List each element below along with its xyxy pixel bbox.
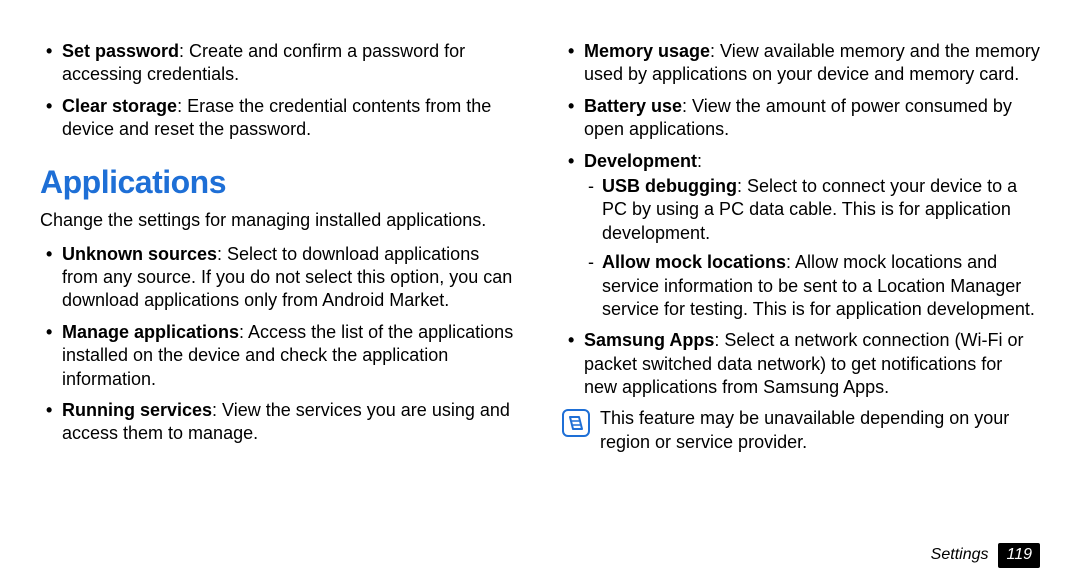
credential-bullets: Set password: Create and confirm a passw… xyxy=(40,40,518,142)
list-item: USB debugging: Select to connect your de… xyxy=(584,175,1040,245)
note-icon xyxy=(562,409,590,437)
bullet-term: Samsung Apps xyxy=(584,330,714,350)
development-sublist: USB debugging: Select to connect your de… xyxy=(584,175,1040,321)
bullet-term: Manage applications xyxy=(62,322,239,342)
bullet-term: Unknown sources xyxy=(62,244,217,264)
list-item: Battery use: View the amount of power co… xyxy=(562,95,1040,142)
applications-bullets: Unknown sources: Select to download appl… xyxy=(40,243,518,446)
bullet-term: Set password xyxy=(62,41,179,61)
list-item: Unknown sources: Select to download appl… xyxy=(40,243,518,313)
list-item: Development: USB debugging: Select to co… xyxy=(562,150,1040,322)
list-item: Set password: Create and confirm a passw… xyxy=(40,40,518,87)
left-column: Set password: Create and confirm a passw… xyxy=(40,40,540,556)
footer-chapter: Settings xyxy=(931,545,989,566)
bullet-desc: : xyxy=(697,151,702,171)
bullet-term: Development xyxy=(584,151,697,171)
list-item: Clear storage: Erase the credential cont… xyxy=(40,95,518,142)
note-callout: This feature may be unavailable dependin… xyxy=(562,407,1040,454)
applications-bullets-cont: Memory usage: View available memory and … xyxy=(562,40,1040,399)
bullet-term: Memory usage xyxy=(584,41,710,61)
footer-page-number: 119 xyxy=(998,543,1040,568)
bullet-term: Allow mock locations xyxy=(602,252,786,272)
manual-page: Set password: Create and confirm a passw… xyxy=(0,0,1080,586)
section-intro: Change the settings for managing install… xyxy=(40,209,518,232)
right-column: Memory usage: View available memory and … xyxy=(540,40,1040,556)
bullet-term: Clear storage xyxy=(62,96,177,116)
bullet-term: USB debugging xyxy=(602,176,737,196)
list-item: Samsung Apps: Select a network connectio… xyxy=(562,329,1040,399)
page-footer: Settings 119 xyxy=(931,543,1040,568)
bullet-term: Battery use xyxy=(584,96,682,116)
section-heading-applications: Applications xyxy=(40,162,518,204)
note-text: This feature may be unavailable dependin… xyxy=(600,407,1040,454)
bullet-term: Running services xyxy=(62,400,212,420)
list-item: Running services: View the services you … xyxy=(40,399,518,446)
list-item: Allow mock locations: Allow mock locatio… xyxy=(584,251,1040,321)
list-item: Memory usage: View available memory and … xyxy=(562,40,1040,87)
list-item: Manage applications: Access the list of … xyxy=(40,321,518,391)
